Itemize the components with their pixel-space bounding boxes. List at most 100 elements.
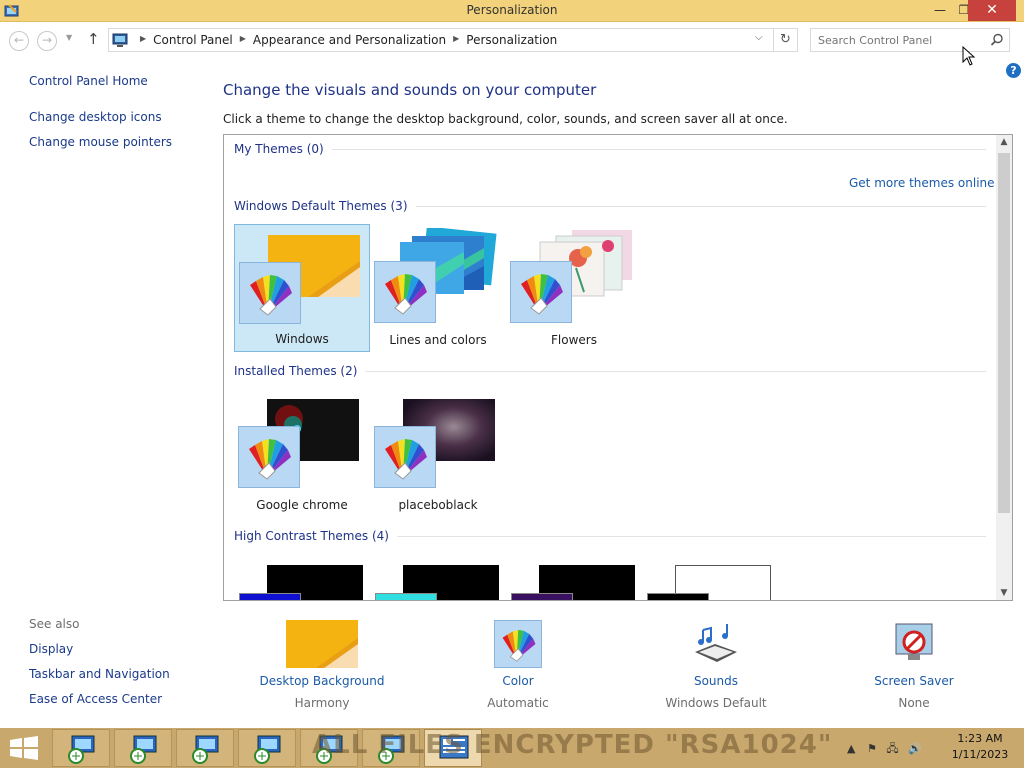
theme-google-chrome[interactable]: Google chrome xyxy=(234,389,370,517)
desktop-background-value: Harmony xyxy=(294,696,350,710)
screen-saver-label[interactable]: Screen Saver xyxy=(854,674,974,688)
divider xyxy=(331,148,986,150)
up-button[interactable]: ↑ xyxy=(87,30,100,48)
network-computer-icon xyxy=(68,735,95,764)
change-mouse-pointers-link[interactable]: Change mouse pointers xyxy=(29,135,172,149)
color-swatch xyxy=(511,593,573,600)
color-value: Automatic xyxy=(487,696,549,710)
control-panel-icon xyxy=(112,33,128,47)
page-subtitle: Click a theme to change the desktop back… xyxy=(223,112,788,126)
theme-flowers[interactable]: Flowers xyxy=(506,224,642,352)
vertical-scrollbar[interactable]: ▲ ▼ xyxy=(996,135,1012,600)
color-label[interactable]: Color xyxy=(468,674,568,688)
color-palette-icon xyxy=(238,426,300,488)
taskbar-program-button[interactable] xyxy=(176,729,234,767)
chevron-right-icon[interactable]: ▶ xyxy=(140,34,146,48)
theme-high-contrast-2[interactable] xyxy=(370,555,506,600)
desktop-background-icon xyxy=(286,620,358,668)
sounds-icon xyxy=(695,624,737,662)
mouse-cursor-icon xyxy=(962,46,976,66)
taskbar-program-button[interactable] xyxy=(238,729,296,767)
address-dropdown-button[interactable]: ⌵ xyxy=(755,32,763,43)
back-button[interactable]: ← xyxy=(9,31,29,51)
scroll-up-arrow-icon[interactable]: ▲ xyxy=(996,137,1012,147)
breadcrumb-personalization[interactable]: Personalization xyxy=(466,33,557,47)
theme-windows[interactable]: Windows xyxy=(234,224,370,352)
high-contrast-themes-header[interactable]: High Contrast Themes (4) xyxy=(234,528,986,544)
desktop-background-item[interactable]: Desktop Background Harmony xyxy=(252,620,392,710)
my-themes-header[interactable]: My Themes (0) xyxy=(234,141,986,157)
help-icon[interactable]: ? xyxy=(1006,63,1021,78)
color-icon xyxy=(494,620,542,668)
taskbar-navigation-link[interactable]: Taskbar and Navigation xyxy=(29,667,170,681)
breadcrumb-control-panel[interactable]: Control Panel xyxy=(153,33,233,47)
color-item[interactable]: Color Automatic xyxy=(468,620,568,710)
my-themes-label: My Themes (0) xyxy=(234,142,324,156)
clock-time: 1:23 AM xyxy=(957,732,1003,745)
page-title: Change the visuals and sounds on your co… xyxy=(223,81,597,99)
get-more-themes-link[interactable]: Get more themes online xyxy=(849,176,995,190)
see-also-heading: See also xyxy=(29,617,80,631)
control-panel-home-link[interactable]: Control Panel Home xyxy=(29,74,148,88)
close-button[interactable]: ✕ xyxy=(968,0,1016,21)
network-icon[interactable]: 🖧 xyxy=(886,742,898,755)
search-box[interactable] xyxy=(810,28,1010,52)
breadcrumb-appearance[interactable]: Appearance and Personalization xyxy=(253,33,446,47)
color-swatch xyxy=(239,593,301,600)
taskbar-program-button[interactable] xyxy=(52,729,110,767)
screen-saver-item[interactable]: Screen Saver None xyxy=(854,620,974,710)
clock-date: 1/11/2023 xyxy=(951,748,1009,761)
window-title: Personalization xyxy=(466,3,558,17)
theme-label: Windows xyxy=(275,332,329,346)
search-icon[interactable] xyxy=(990,33,1004,47)
divider xyxy=(365,370,986,372)
refresh-button[interactable]: ↻ xyxy=(774,28,798,52)
scroll-down-arrow-icon[interactable]: ▼ xyxy=(996,588,1012,598)
theme-lines-and-colors[interactable]: Lines and colors xyxy=(370,224,506,352)
minimize-button[interactable]: — xyxy=(928,0,952,21)
color-palette-icon xyxy=(374,426,436,488)
sounds-value: Windows Default xyxy=(665,696,767,710)
taskbar-program-button[interactable] xyxy=(114,729,172,767)
forward-button[interactable]: → xyxy=(37,31,57,51)
address-bar[interactable]: ▶ Control Panel ▶ Appearance and Persona… xyxy=(108,28,774,52)
recent-locations-dropdown[interactable]: ▼ xyxy=(66,33,72,42)
desktop-background-label[interactable]: Desktop Background xyxy=(252,674,392,688)
screen-saver-icon xyxy=(895,623,933,660)
volume-icon[interactable]: 🔊 xyxy=(908,742,922,755)
default-themes-header[interactable]: Windows Default Themes (3) xyxy=(234,198,986,214)
sounds-label[interactable]: Sounds xyxy=(656,674,776,688)
themes-list[interactable]: My Themes (0) Get more themes online Win… xyxy=(223,134,1013,601)
theme-high-contrast-4[interactable] xyxy=(642,555,778,600)
navigation-bar: ← → ▼ ↑ ▶ Control Panel ▶ Appearance and… xyxy=(0,23,1024,57)
search-input[interactable] xyxy=(811,29,987,51)
theme-placeboblack[interactable]: placeboblack xyxy=(370,389,506,517)
color-palette-icon xyxy=(239,262,301,324)
high-contrast-themes-label: High Contrast Themes (4) xyxy=(234,529,389,543)
theme-high-contrast-1[interactable] xyxy=(234,555,370,600)
theme-label: Lines and colors xyxy=(389,333,487,347)
installed-themes-label: Installed Themes (2) xyxy=(234,364,358,378)
network-computer-icon xyxy=(192,735,219,764)
start-button[interactable] xyxy=(8,736,40,760)
breadcrumb: ▶ Control Panel ▶ Appearance and Persona… xyxy=(133,33,557,47)
default-themes-label: Windows Default Themes (3) xyxy=(234,199,408,213)
chevron-right-icon[interactable]: ▶ xyxy=(453,34,459,48)
screen-saver-value: None xyxy=(898,696,930,710)
chevron-right-icon[interactable]: ▶ xyxy=(240,34,246,48)
system-clock[interactable]: 1:23 AM 1/11/2023 xyxy=(950,731,1010,763)
change-desktop-icons-link[interactable]: Change desktop icons xyxy=(29,110,162,124)
divider xyxy=(396,535,986,537)
theme-high-contrast-3[interactable] xyxy=(506,555,642,600)
ease-of-access-link[interactable]: Ease of Access Center xyxy=(29,692,162,706)
network-computer-icon xyxy=(254,735,281,764)
action-center-flag-icon[interactable]: ⚑ xyxy=(867,742,877,755)
installed-themes-header[interactable]: Installed Themes (2) xyxy=(234,363,986,379)
scrollbar-thumb[interactable] xyxy=(998,153,1010,513)
show-hidden-icons-icon[interactable]: ▲ xyxy=(847,742,855,755)
network-computer-icon xyxy=(130,735,157,764)
display-link[interactable]: Display xyxy=(29,642,73,656)
color-palette-icon xyxy=(374,261,436,323)
sounds-item[interactable]: Sounds Windows Default xyxy=(656,620,776,710)
system-tray: ▲ ⚑ 🖧 🔊 xyxy=(847,740,922,759)
